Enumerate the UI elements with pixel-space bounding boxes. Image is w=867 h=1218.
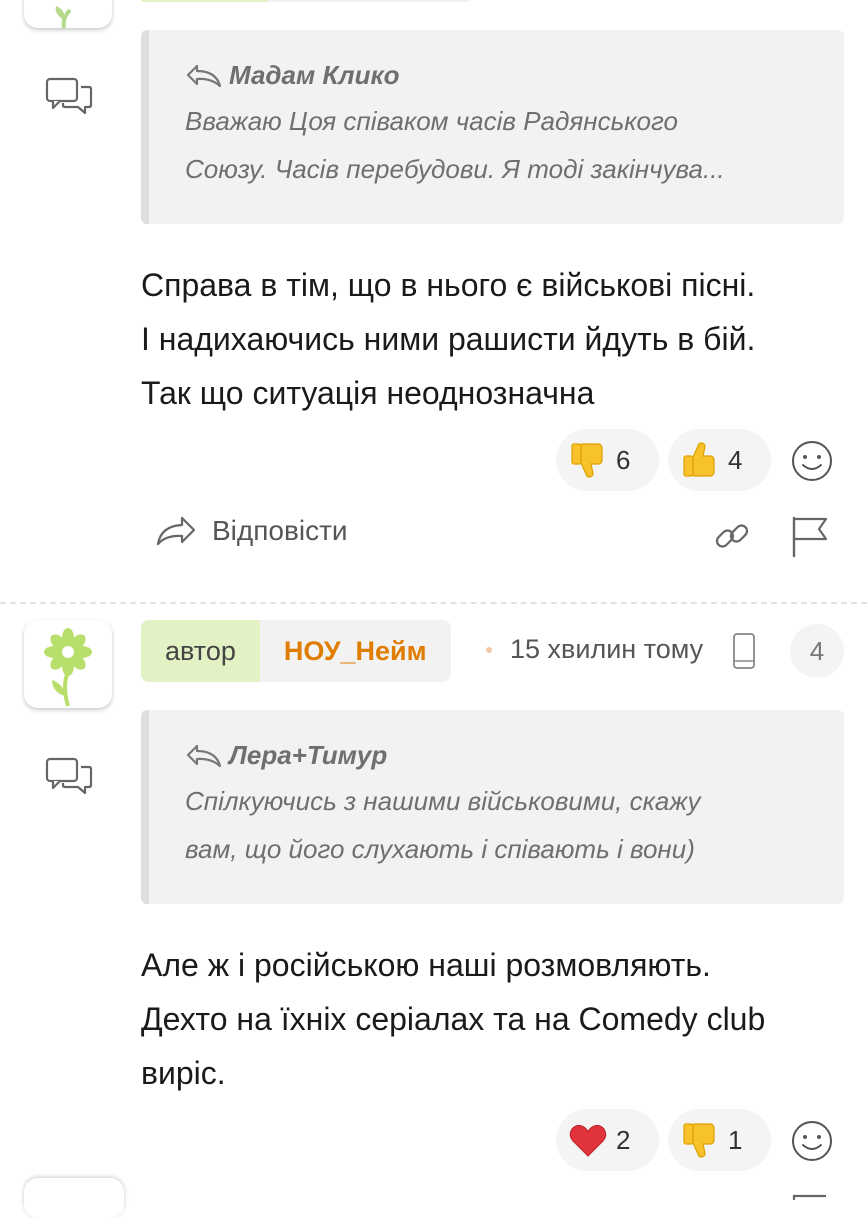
reaction-count: 4	[728, 444, 743, 475]
separator-dot	[486, 647, 492, 653]
reply-label: Відповісти	[212, 515, 348, 546]
report-flag-icon[interactable]	[790, 514, 832, 558]
comment-body: Справа в тім, що в нього є військові піс…	[141, 258, 841, 420]
comment-line: Але ж і російською наші розмовляють.	[141, 947, 711, 983]
reaction-thumbs-up[interactable]: 4	[668, 429, 771, 491]
quote-text: Спілкуючись з нашими військовими, скажу …	[185, 777, 810, 873]
comment-line: виріс.	[141, 1055, 226, 1091]
reaction-heart[interactable]: 2	[556, 1109, 659, 1171]
reply-arrow-icon	[156, 516, 196, 546]
reaction-thumbs-down[interactable]: 1	[668, 1109, 771, 1171]
comment-number-badge[interactable]: 4	[790, 624, 844, 678]
quote-author: Лера+Тимур	[185, 740, 810, 771]
reaction-count: 6	[616, 444, 631, 475]
reply-arrow-icon	[186, 64, 222, 87]
comment-line: Справа в тім, що в нього є військові піс…	[141, 267, 756, 303]
comment-line: Так що ситуація неоднозначна	[141, 375, 595, 411]
comment-time: 15 хвилин тому	[510, 634, 703, 665]
quote-line: вам, що його слухають і співають і вони)	[185, 834, 695, 864]
quote-author-name: Мадам Клико	[229, 60, 400, 90]
avatar[interactable]	[24, 620, 112, 708]
avatar[interactable]	[24, 1178, 124, 1218]
comment-divider	[0, 602, 867, 604]
add-reaction-smile-icon[interactable]	[790, 439, 834, 483]
comment-line: Дехто на їхніх серіалах та на Comedy clu…	[141, 1001, 766, 1037]
quote-line: Спілкуючись з нашими військовими, скажу	[185, 786, 701, 816]
chat-bubbles-icon[interactable]	[45, 76, 93, 118]
report-flag-icon[interactable]	[790, 1192, 832, 1200]
thumbs-up-icon	[680, 440, 720, 480]
mobile-device-icon	[733, 633, 755, 669]
avatar[interactable]	[24, 0, 112, 28]
comment-body: Але ж і російською наші розмовляють. Дех…	[141, 938, 841, 1100]
reply-button[interactable]: Відповісти	[154, 514, 348, 548]
link-icon[interactable]	[712, 516, 752, 556]
reply-arrow-icon	[186, 744, 222, 767]
heart-icon	[568, 1120, 608, 1160]
chat-bubbles-icon[interactable]	[45, 756, 93, 798]
author-tag[interactable]: автор НОУ_Нейм	[141, 620, 451, 682]
add-reaction-smile-icon[interactable]	[790, 1119, 834, 1163]
reaction-count: 1	[728, 1124, 743, 1155]
quoted-comment[interactable]: Лера+Тимур Спілкуючись з нашими військов…	[141, 710, 844, 904]
reaction-count: 2	[616, 1124, 631, 1155]
comment-line: І надихаючись ними рашисти йдуть в бій.	[141, 321, 756, 357]
quote-author-name: Лера+Тимур	[229, 740, 388, 770]
reaction-thumbs-down[interactable]: 6	[556, 429, 659, 491]
time-text: 15 хвилин тому	[510, 634, 704, 664]
author-tag-remnant	[141, 0, 269, 2]
quote-text: Вважаю Цоя співаком часів Радянського Со…	[185, 97, 810, 193]
quote-line: Вважаю Цоя співаком часів Радянського	[185, 106, 678, 136]
thumbs-down-icon	[680, 1120, 720, 1160]
author-nickname[interactable]: НОУ_Нейм	[260, 620, 451, 682]
quote-line: Союзу. Часів перебудови. Я тоді закінчув…	[185, 154, 725, 184]
quoted-comment[interactable]: Мадам Клико Вважаю Цоя співаком часів Ра…	[141, 30, 844, 224]
author-label: автор	[141, 620, 260, 682]
thumbs-down-icon	[568, 440, 608, 480]
quote-author: Мадам Клико	[185, 60, 810, 91]
